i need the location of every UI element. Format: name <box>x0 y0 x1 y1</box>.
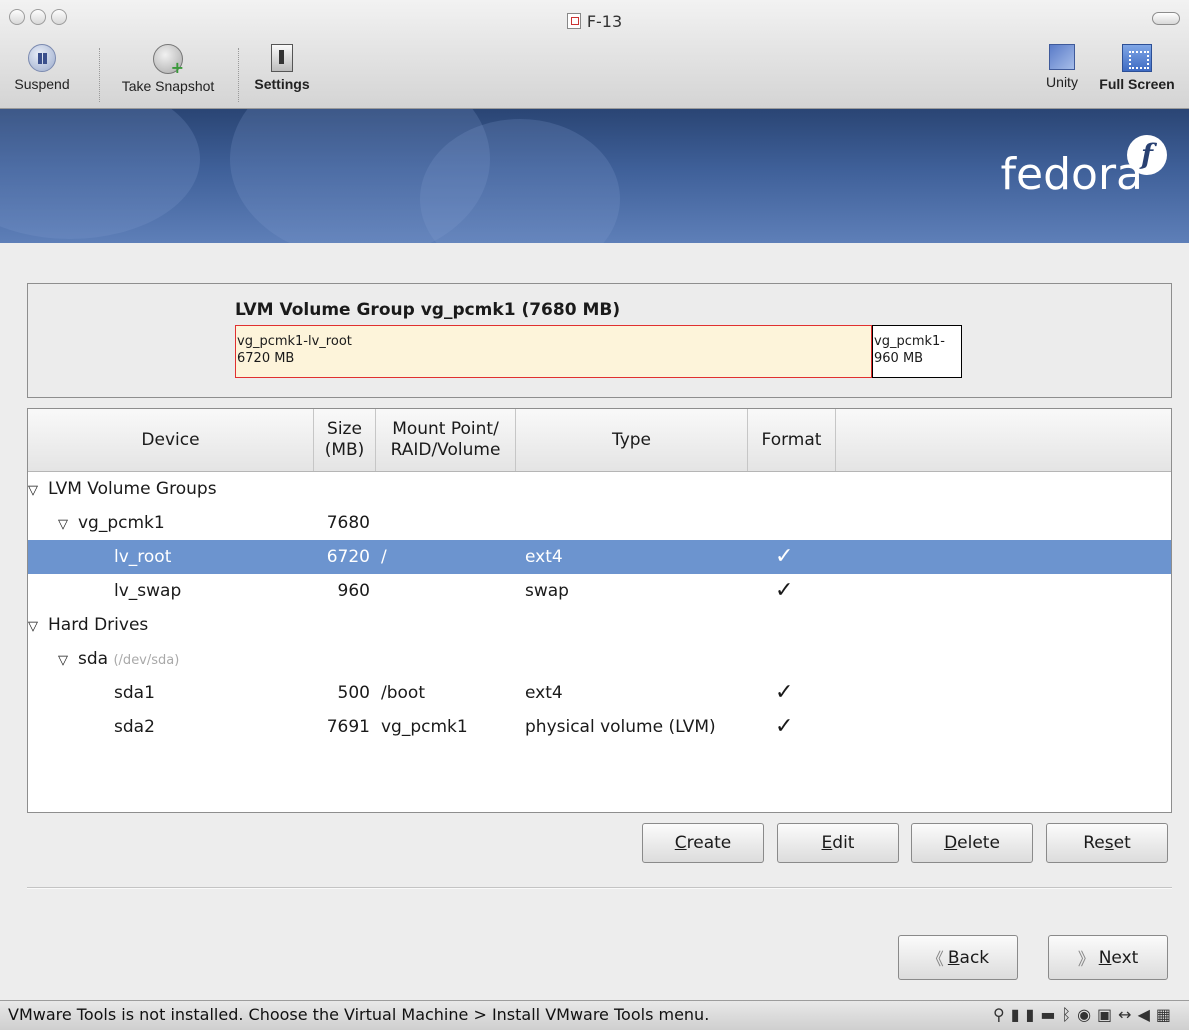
device-tree-table[interactable]: Device Size (MB) Mount Point/RAID/Volume … <box>27 408 1172 813</box>
full-screen-button[interactable]: Full Screen <box>1094 44 1180 92</box>
network-icon[interactable]: ↔ <box>1118 1005 1137 1024</box>
tree-row-sda1[interactable]: sda1 500 /boot ext4 ✓ <box>28 676 1171 710</box>
format-check-icon: ✓ <box>775 544 794 569</box>
window-titlebar: F-13 Suspend Take Snapshot Settings Unit… <box>0 0 1189 109</box>
expander-down-icon[interactable]: ▽ <box>28 474 38 508</box>
toolbar-separator <box>238 48 239 102</box>
full-screen-label: Full Screen <box>1099 76 1175 92</box>
next-arrow-icon: 》 <box>1077 950 1095 970</box>
lv-swap-segment[interactable]: vg_pcmk1- 960 MB <box>872 325 962 378</box>
tree-row-sda[interactable]: ▽ sda (/dev/sda) <box>28 642 1171 676</box>
device-status-icons: ⚲▮▮▬ᛒ◉▣↔◀▦ <box>993 1005 1177 1024</box>
volume-group-bar: vg_pcmk1-lv_root 6720 MB vg_pcmk1- 960 M… <box>235 325 975 378</box>
expander-down-icon[interactable]: ▽ <box>58 644 68 678</box>
back-arrow-icon: 《 <box>926 950 944 970</box>
full-screen-icon <box>1122 44 1152 72</box>
column-header-format[interactable]: Format <box>748 409 836 471</box>
settings-switch-icon <box>271 44 293 72</box>
settings-button[interactable]: Settings <box>246 44 318 92</box>
create-button[interactable]: Create <box>642 823 764 863</box>
bluetooth-icon[interactable]: ᛒ <box>1061 1005 1077 1024</box>
divider <box>27 887 1172 889</box>
webcam-icon[interactable]: ⚲ <box>993 1005 1011 1024</box>
usb-icon[interactable]: ▮ <box>1026 1005 1041 1024</box>
lv-root-segment[interactable]: vg_pcmk1-lv_root 6720 MB <box>235 325 872 378</box>
edit-button[interactable]: Edit <box>777 823 899 863</box>
reset-button[interactable]: Reset <box>1046 823 1168 863</box>
tree-row-lv-root[interactable]: lv_root 6720 / ext4 ✓ <box>28 540 1171 574</box>
sound-icon[interactable]: ◀ <box>1138 1005 1156 1024</box>
unity-icon <box>1049 44 1075 70</box>
tree-row-hard-drives[interactable]: ▽ Hard Drives <box>28 608 1171 642</box>
volume-group-panel: LVM Volume Group vg_pcmk1 (7680 MB) vg_p… <box>27 283 1172 398</box>
column-header-size[interactable]: Size (MB) <box>314 409 376 471</box>
fedora-infinity-icon: f <box>1127 135 1167 175</box>
column-header-type[interactable]: Type <box>516 409 748 471</box>
format-check-icon: ✓ <box>775 680 794 705</box>
column-header-mount-point[interactable]: Mount Point/RAID/Volume <box>376 409 516 471</box>
toolbar-separator <box>99 48 100 102</box>
take-snapshot-button[interactable]: Take Snapshot <box>112 44 224 94</box>
suspend-label: Suspend <box>14 76 70 92</box>
expander-down-icon[interactable]: ▽ <box>58 508 68 542</box>
settings-label: Settings <box>254 76 310 92</box>
tree-row-sda2[interactable]: sda2 7691 vg_pcmk1 physical volume (LVM)… <box>28 710 1171 744</box>
tree-row-lv-swap[interactable]: lv_swap 960 swap ✓ <box>28 574 1171 608</box>
status-message: VMware Tools is not installed. Choose th… <box>8 1005 710 1024</box>
window-title: F-13 <box>0 12 1189 31</box>
installer-banner: fedora f <box>0 109 1189 243</box>
unity-label: Unity <box>1046 74 1078 90</box>
format-check-icon: ✓ <box>775 714 794 739</box>
back-button[interactable]: 《 Back <box>898 935 1018 980</box>
tree-row-vg-pcmk1[interactable]: ▽ vg_pcmk1 7680 <box>28 506 1171 540</box>
delete-button[interactable]: Delete <box>911 823 1033 863</box>
shared-folder-icon[interactable]: ▦ <box>1156 1005 1177 1024</box>
snapshot-icon <box>153 44 184 77</box>
format-check-icon: ✓ <box>775 578 794 603</box>
next-button[interactable]: 》 Next <box>1048 935 1168 980</box>
lv-root-segment-name: vg_pcmk1-lv_root <box>237 334 352 349</box>
floppy-icon[interactable]: ▣ <box>1097 1005 1118 1024</box>
tree-row-lvm-volume-groups[interactable]: ▽ LVM Volume Groups <box>28 472 1171 506</box>
document-icon <box>566 13 581 29</box>
snapshot-label: Take Snapshot <box>121 78 215 94</box>
lv-swap-segment-name: vg_pcmk1- <box>874 334 945 349</box>
unity-button[interactable]: Unity <box>1040 44 1084 90</box>
hard-disk-icon[interactable]: ▬ <box>1040 1005 1061 1024</box>
pause-icon <box>28 44 56 72</box>
fedora-logo: fedora <box>1000 149 1143 200</box>
lv-swap-segment-size: 960 MB <box>874 351 924 366</box>
volume-group-title: LVM Volume Group vg_pcmk1 (7680 MB) <box>235 300 621 320</box>
status-bar: VMware Tools is not installed. Choose th… <box>0 1000 1189 1030</box>
column-header-device[interactable]: Device <box>28 409 314 471</box>
table-header: Device Size (MB) Mount Point/RAID/Volume … <box>28 409 1171 472</box>
expander-down-icon[interactable]: ▽ <box>28 610 38 644</box>
suspend-button[interactable]: Suspend <box>14 44 70 92</box>
usb-icon[interactable]: ▮ <box>1011 1005 1026 1024</box>
cd-icon[interactable]: ◉ <box>1077 1005 1097 1024</box>
toolbar-toggle-button[interactable] <box>1152 12 1180 25</box>
lv-root-segment-size: 6720 MB <box>237 351 295 366</box>
